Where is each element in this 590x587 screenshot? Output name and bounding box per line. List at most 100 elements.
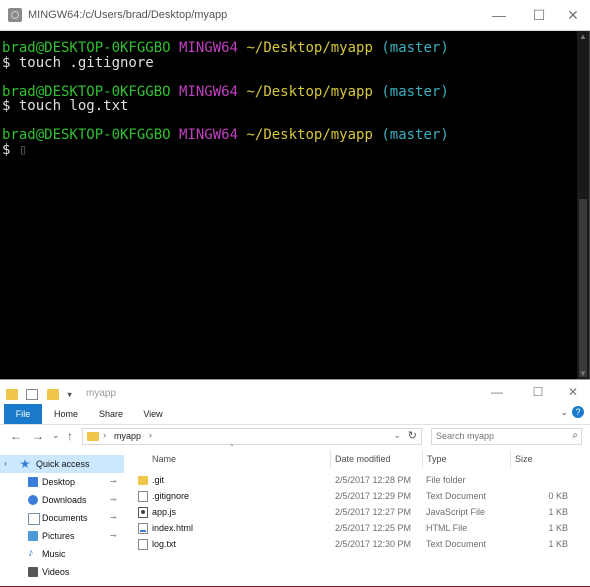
document-icon [138, 491, 148, 502]
file-name: .git [152, 475, 165, 485]
download-icon [28, 495, 38, 505]
column-header-size[interactable]: Size [510, 450, 570, 468]
column-header-date[interactable]: Date modified [330, 450, 422, 468]
ribbon-tabs: File Home Share View ⌄ ? [0, 404, 590, 425]
file-list: ^ Name Date modified Type Size .git 2/5/… [130, 444, 590, 587]
file-date: 2/5/2017 12:25 PM [335, 523, 412, 533]
nav-item-label: Documents [42, 513, 88, 523]
tab-share[interactable]: Share [94, 404, 128, 424]
address-bar-row: ← → ⌄ ↑ › myapp › ⌄ ↻ ⌕ [0, 425, 590, 448]
file-date: 2/5/2017 12:27 PM [335, 507, 412, 517]
search-icon[interactable]: ⌕ [572, 430, 578, 441]
new-folder-icon[interactable] [46, 389, 59, 401]
git-bash-window[interactable]: MINGW64:/c/Users/brad/Desktop/myapp — ☐ … [0, 0, 590, 380]
file-date: 2/5/2017 12:30 PM [335, 539, 412, 549]
terminal-output[interactable]: brad@DESKTOP-0KFGGBO MINGW64 ~/Desktop/m… [0, 31, 578, 380]
nav-item-desktop[interactable]: Desktop ⊸ [0, 473, 124, 491]
pin-icon: ⊸ [110, 495, 117, 504]
file-row-index-html[interactable]: index.html 2/5/2017 12:25 PM HTML File 1… [130, 520, 580, 536]
prompt-env: MINGW64 [179, 83, 239, 100]
file-type: Text Document [426, 539, 487, 549]
scroll-up-arrow-icon[interactable]: ▲ [577, 31, 589, 43]
explorer-title: myapp [86, 388, 117, 399]
nav-item-videos[interactable]: Videos [0, 563, 124, 581]
prompt-branch: (master) [381, 127, 449, 143]
file-type: JavaScript File [426, 507, 486, 517]
column-header-name[interactable]: Name [130, 450, 330, 468]
terminal-close-button[interactable]: ✕ [558, 4, 588, 26]
file-row-log-txt[interactable]: log.txt 2/5/2017 12:30 PM Text Document … [130, 536, 580, 552]
documents-icon [28, 513, 40, 525]
search-input[interactable] [436, 431, 561, 441]
desktop-icon [28, 477, 38, 487]
breadcrumb-separator[interactable]: › [103, 430, 106, 440]
nav-item-label: Pictures [42, 531, 75, 541]
recent-locations-dropdown-icon[interactable]: ⌄ [52, 430, 60, 441]
file-row-git[interactable]: .git 2/5/2017 12:28 PM File folder [130, 472, 580, 488]
nav-item-label: Videos [42, 567, 70, 577]
nav-item-label: Downloads [42, 495, 87, 505]
pin-icon: ⊸ [110, 477, 117, 486]
terminal-scrollbar[interactable]: ▲ ▼ [577, 31, 589, 380]
forward-arrow-icon[interactable]: → [32, 429, 44, 443]
breadcrumb-myapp[interactable]: myapp [114, 431, 141, 441]
nav-item-downloads[interactable]: Downloads ⊸ [0, 491, 124, 509]
prompt-path: ~/Desktop/myapp [246, 127, 373, 143]
explorer-maximize-button[interactable]: ☐ [523, 383, 553, 401]
tab-view[interactable]: View [138, 404, 168, 424]
terminal-minimize-button[interactable]: — [484, 4, 514, 26]
file-date: 2/5/2017 12:29 PM [335, 491, 412, 501]
back-arrow-icon[interactable]: ← [10, 429, 22, 443]
file-size: 1 KB [548, 507, 568, 517]
tab-home[interactable]: Home [50, 404, 82, 424]
help-icon[interactable]: ? [572, 406, 584, 418]
command-line-3[interactable]: $ ▯ [2, 141, 578, 158]
nav-item-pictures[interactable]: Pictures ⊸ [0, 527, 124, 545]
customize-toolbar-dropdown[interactable]: ▾ [67, 389, 72, 399]
nav-item-documents[interactable]: Documents ⊸ [0, 509, 124, 527]
terminal-scrollbar-thumb[interactable] [579, 199, 587, 377]
prompt-line-1: brad@DESKTOP-0KFGGBO MINGW64 ~/Desktop/m… [2, 41, 578, 56]
tab-file[interactable]: File [4, 404, 42, 424]
prompt-userhost: brad@DESKTOP-0KFGGBO [2, 40, 171, 56]
up-arrow-icon[interactable]: ↑ [67, 429, 73, 443]
file-explorer-window[interactable]: ▾ myapp — ☐ ✕ File Home Share View ⌄ ? ←… [0, 379, 590, 586]
expand-chevron-icon[interactable]: › [4, 455, 7, 473]
file-name: .gitignore [152, 491, 190, 501]
prompt-line-2: brad@DESKTOP-0KFGGBO MINGW64 ~/Desktop/m… [2, 83, 578, 100]
explorer-minimize-button[interactable]: — [482, 383, 512, 401]
prompt-path: ~/Desktop/myapp [246, 83, 373, 100]
file-size: 1 KB [548, 523, 568, 533]
file-row-gitignore[interactable]: .gitignore 2/5/2017 12:29 PM Text Docume… [130, 488, 580, 504]
breadcrumb-separator[interactable]: › [149, 430, 152, 440]
search-box[interactable]: ⌕ [431, 428, 582, 445]
prompt-path: ~/Desktop/myapp [246, 40, 373, 56]
column-header-type[interactable]: Type [422, 450, 510, 468]
prompt-branch: (master) [381, 40, 449, 56]
file-row-app-js[interactable]: app.js 2/5/2017 12:27 PM JavaScript File… [130, 504, 580, 520]
nav-item-label: Quick access [36, 459, 90, 469]
file-name: index.html [152, 523, 194, 533]
text-cursor: ▯ [18, 141, 28, 158]
folder-icon [87, 432, 99, 441]
terminal-maximize-button[interactable]: ☐ [524, 4, 554, 26]
address-dropdown-icon[interactable]: ⌄ [393, 430, 401, 441]
nav-item-music[interactable]: ♪ Music [0, 545, 124, 563]
explorer-titlebar[interactable]: ▾ myapp — ☐ ✕ [0, 380, 590, 404]
nav-item-quick-access[interactable]: › Quick access [0, 455, 124, 473]
address-bar[interactable]: › myapp › ⌄ ↻ [82, 428, 422, 445]
prompt-branch: (master) [381, 83, 449, 100]
mingw-app-icon [8, 8, 22, 22]
pin-icon: ⊸ [110, 513, 117, 522]
navigation-pane: › Quick access Desktop ⊸ Downloads ⊸ Doc… [0, 450, 124, 587]
refresh-icon[interactable]: ↻ [408, 429, 417, 442]
command-input[interactable]: $ [2, 142, 19, 158]
explorer-close-button[interactable]: ✕ [558, 383, 588, 401]
properties-icon[interactable] [26, 389, 39, 401]
ribbon-expand-chevron-icon[interactable]: ⌄ [560, 407, 568, 418]
folder-icon [138, 476, 148, 485]
file-size: 1 KB [548, 539, 568, 549]
terminal-titlebar[interactable]: MINGW64:/c/Users/brad/Desktop/myapp — ☐ … [0, 0, 590, 31]
file-type: Text Document [426, 491, 487, 501]
html-file-icon [138, 523, 148, 534]
